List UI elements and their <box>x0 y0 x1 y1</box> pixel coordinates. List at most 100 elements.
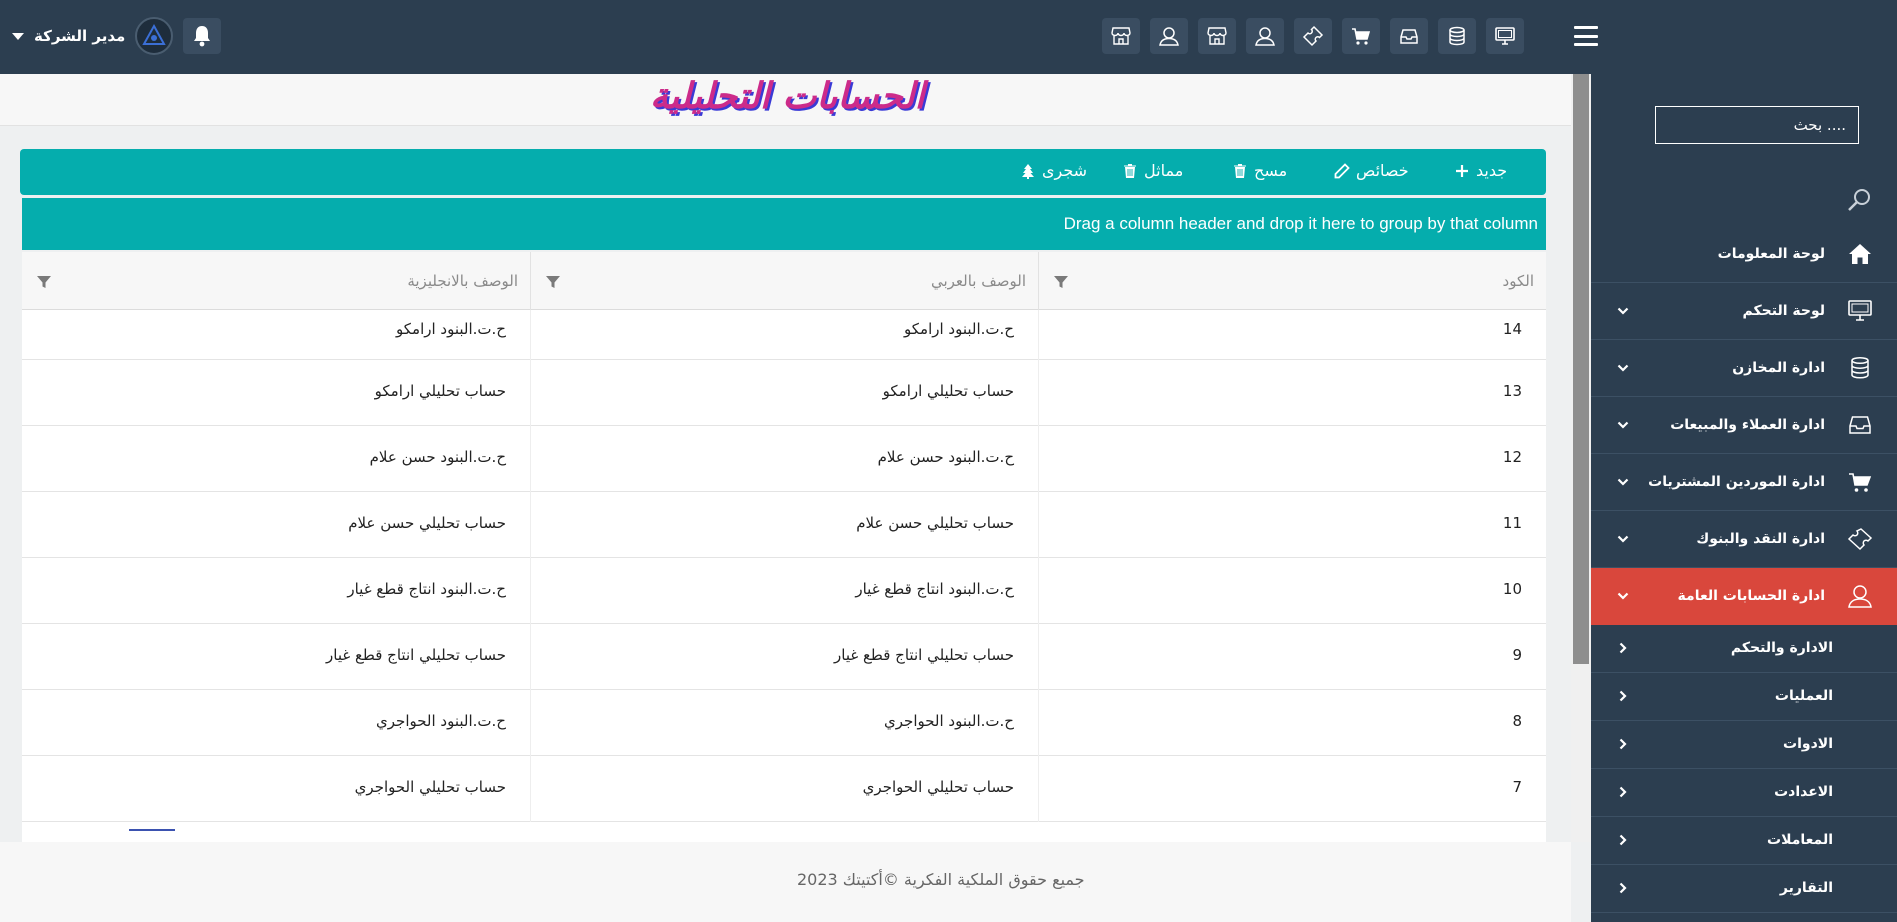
column-header-label: الكود <box>1502 272 1534 290</box>
cell-text: 11 <box>1502 514 1522 532</box>
sidebar-subitem-transactions[interactable]: المعاملات <box>1591 817 1897 865</box>
cell-english-desc: حساب تحليلي حسن علام <box>22 492 530 558</box>
page-title: الحسابات التحليلية <box>650 76 925 117</box>
pencil-icon <box>1334 162 1350 178</box>
group-by-hint: Drag a column header and drop it here to… <box>1063 214 1538 233</box>
hamburger-menu-icon[interactable] <box>1574 26 1598 46</box>
group-by-panel[interactable]: Drag a column header and drop it here to… <box>22 198 1546 250</box>
similar-button[interactable]: مماثل <box>1122 161 1183 180</box>
user-name: مدير الشركة <box>34 27 126 45</box>
chevron-right-icon <box>1619 834 1627 846</box>
cell-text: 12 <box>1502 448 1522 466</box>
column-header-arabic-desc[interactable]: الوصف بالعربي <box>530 252 1038 310</box>
table-row[interactable]: 11 حساب تحليلي حسن علام حساب تحليلي حسن … <box>22 492 1546 558</box>
sidebar-item-general-accounts[interactable]: ادارة الحسابات العامة <box>1591 568 1897 625</box>
inbox-button[interactable] <box>1390 18 1428 54</box>
cell-text: حساب تحليلي حسن علام <box>348 514 506 532</box>
cell-text: ح.ت.البنود حسن علام <box>877 448 1014 466</box>
user-menu[interactable]: مدير الشركة <box>12 16 222 56</box>
footer: جميع حقوق الملكية الفكرية ©أكتيتك 2023 <box>0 842 1571 922</box>
table-row[interactable]: 14 ح.ت.البنود ارامكو ح.ت.البنود ارامكو <box>22 310 1546 360</box>
trash-icon <box>1124 163 1136 178</box>
store-button[interactable] <box>1198 18 1236 54</box>
sidebar-item-customers-sales[interactable]: ادارة العملاء والمبيعات <box>1591 397 1897 454</box>
delete-button[interactable]: مسح <box>1232 161 1287 180</box>
chevron-right-icon <box>1619 738 1627 750</box>
cell-arabic-desc: ح.ت.البنود انتاج قطع غيار <box>530 558 1038 624</box>
sidebar-subitem-settings[interactable]: الاعدادت <box>1591 769 1897 817</box>
sidebar-subitem-label: الاعدادت <box>1774 784 1833 800</box>
avatar[interactable] <box>135 17 174 55</box>
table-row[interactable]: 10 ح.ت.البنود انتاج قطع غيار ح.ت.البنود … <box>22 558 1546 624</box>
store-button[interactable] <box>1102 18 1140 54</box>
cell-arabic-desc: ح.ت.البنود الحواجري <box>530 690 1038 756</box>
cell-text: حساب تحليلي الحواجري <box>354 778 506 796</box>
sidebar-nav: لوحة المعلومات لوحة التحكم ادارة المخازن… <box>1591 226 1897 913</box>
cart-button[interactable] <box>1342 18 1380 54</box>
sidebar-item-suppliers-purchases[interactable]: ادارة الموردين المشتريات <box>1591 454 1897 511</box>
table-row[interactable]: 13 حساب تحليلي ارامكو حساب تحليلي ارامكو <box>22 360 1546 426</box>
table-row[interactable]: 9 حساب تحليلي انتاج قطع غيار حساب تحليلي… <box>22 624 1546 690</box>
filter-icon[interactable] <box>545 274 561 290</box>
cell-text: ح.ت.البنود الحواجري <box>884 712 1014 730</box>
sidebar-item-label: لوحة التحكم <box>1742 303 1825 319</box>
table-row[interactable]: 7 حساب تحليلي الحواجري حساب تحليلي الحوا… <box>22 756 1546 822</box>
column-header-label: الوصف بالعربي <box>930 272 1026 290</box>
chevron-down-icon <box>1617 478 1629 486</box>
cell-text: ح.ت.البنود انتاج قطع غيار <box>855 580 1014 598</box>
database-icon <box>1851 356 1869 379</box>
database-button[interactable] <box>1438 18 1476 54</box>
sidebar-subitem-operations[interactable]: العمليات <box>1591 673 1897 721</box>
cell-english-desc: ح.ت.البنود ارامكو <box>22 310 530 360</box>
sidebar-subitem-reports[interactable]: التقارير <box>1591 865 1897 913</box>
cell-text: حساب تحليلي انتاج قطع غيار <box>834 646 1014 664</box>
chevron-down-icon <box>1617 592 1629 600</box>
user-button[interactable] <box>1246 18 1284 54</box>
monitor-icon <box>1848 300 1872 321</box>
monitor-icon <box>1495 27 1515 45</box>
chevron-down-icon <box>1617 364 1629 372</box>
action-toolbar: شجرى مماثل مسح خصائص جديد <box>20 149 1546 195</box>
user-button[interactable] <box>1150 18 1188 54</box>
column-header-label: الوصف بالانجليزية <box>407 272 518 290</box>
quick-access-toolbar <box>1102 18 1524 54</box>
ticket-button[interactable] <box>1294 18 1332 54</box>
sidebar-subitem-label: التقارير <box>1779 880 1833 896</box>
sidebar-item-cash-banks[interactable]: ادارة النقد والبنوك <box>1591 511 1897 568</box>
column-header-english-desc[interactable]: الوصف بالانجليزية <box>22 252 530 310</box>
search-icon[interactable] <box>1845 186 1873 214</box>
new-button[interactable]: جديد <box>1454 161 1507 180</box>
properties-button[interactable]: خصائص <box>1334 161 1409 180</box>
cell-arabic-desc: ح.ت.البنود ارامكو <box>530 310 1038 360</box>
sidebar-item-warehouses[interactable]: ادارة المخازن <box>1591 340 1897 397</box>
sidebar-search-input[interactable] <box>1655 106 1859 144</box>
filter-icon[interactable] <box>36 274 52 290</box>
cell-text: حساب تحليلي انتاج قطع غيار <box>326 646 506 664</box>
cell-code: 9 <box>1038 624 1546 690</box>
sidebar-subitem-tools[interactable]: الادوات <box>1591 721 1897 769</box>
caret-down-icon <box>12 32 24 40</box>
grid-scroll-indicator[interactable] <box>129 829 175 831</box>
scrollbar-thumb[interactable] <box>1573 74 1589 664</box>
sidebar-item-dashboard-info[interactable]: لوحة المعلومات <box>1591 226 1897 283</box>
sidebar-item-label: ادارة العملاء والمبيعات <box>1670 417 1825 433</box>
copyright-text: جميع حقوق الملكية الفكرية ©أكتيتك 2023 <box>797 870 1085 889</box>
cell-text: حساب تحليلي ارامكو <box>374 382 506 400</box>
column-header-code[interactable]: الكود <box>1038 252 1546 310</box>
notifications-button[interactable] <box>183 18 222 54</box>
data-grid: الكود الوصف بالعربي الوصف بالانجليزية 14… <box>22 252 1546 844</box>
sidebar-item-control-panel[interactable]: لوحة التحكم <box>1591 283 1897 340</box>
grid-header: الكود الوصف بالعربي الوصف بالانجليزية <box>22 252 1546 310</box>
filter-icon[interactable] <box>1053 274 1069 290</box>
sidebar-subitem-admin-control[interactable]: الادارة والتحكم <box>1591 625 1897 673</box>
table-row[interactable]: 12 ح.ت.البنود حسن علام ح.ت.البنود حسن عل… <box>22 426 1546 492</box>
tree-view-button[interactable]: شجرى <box>1020 161 1087 180</box>
cell-code: 13 <box>1038 360 1546 426</box>
cell-code: 8 <box>1038 690 1546 756</box>
grid-rows: 14 ح.ت.البنود ارامكو ح.ت.البنود ارامكو 1… <box>22 310 1546 822</box>
monitor-button[interactable] <box>1486 18 1524 54</box>
database-icon <box>1449 26 1465 46</box>
table-row[interactable]: 8 ح.ت.البنود الحواجري ح.ت.البنود الحواجر… <box>22 690 1546 756</box>
main-content: الحسابات التحليلية شجرى مماثل مسح خصائص … <box>0 74 1591 922</box>
plus-icon <box>1456 164 1468 177</box>
